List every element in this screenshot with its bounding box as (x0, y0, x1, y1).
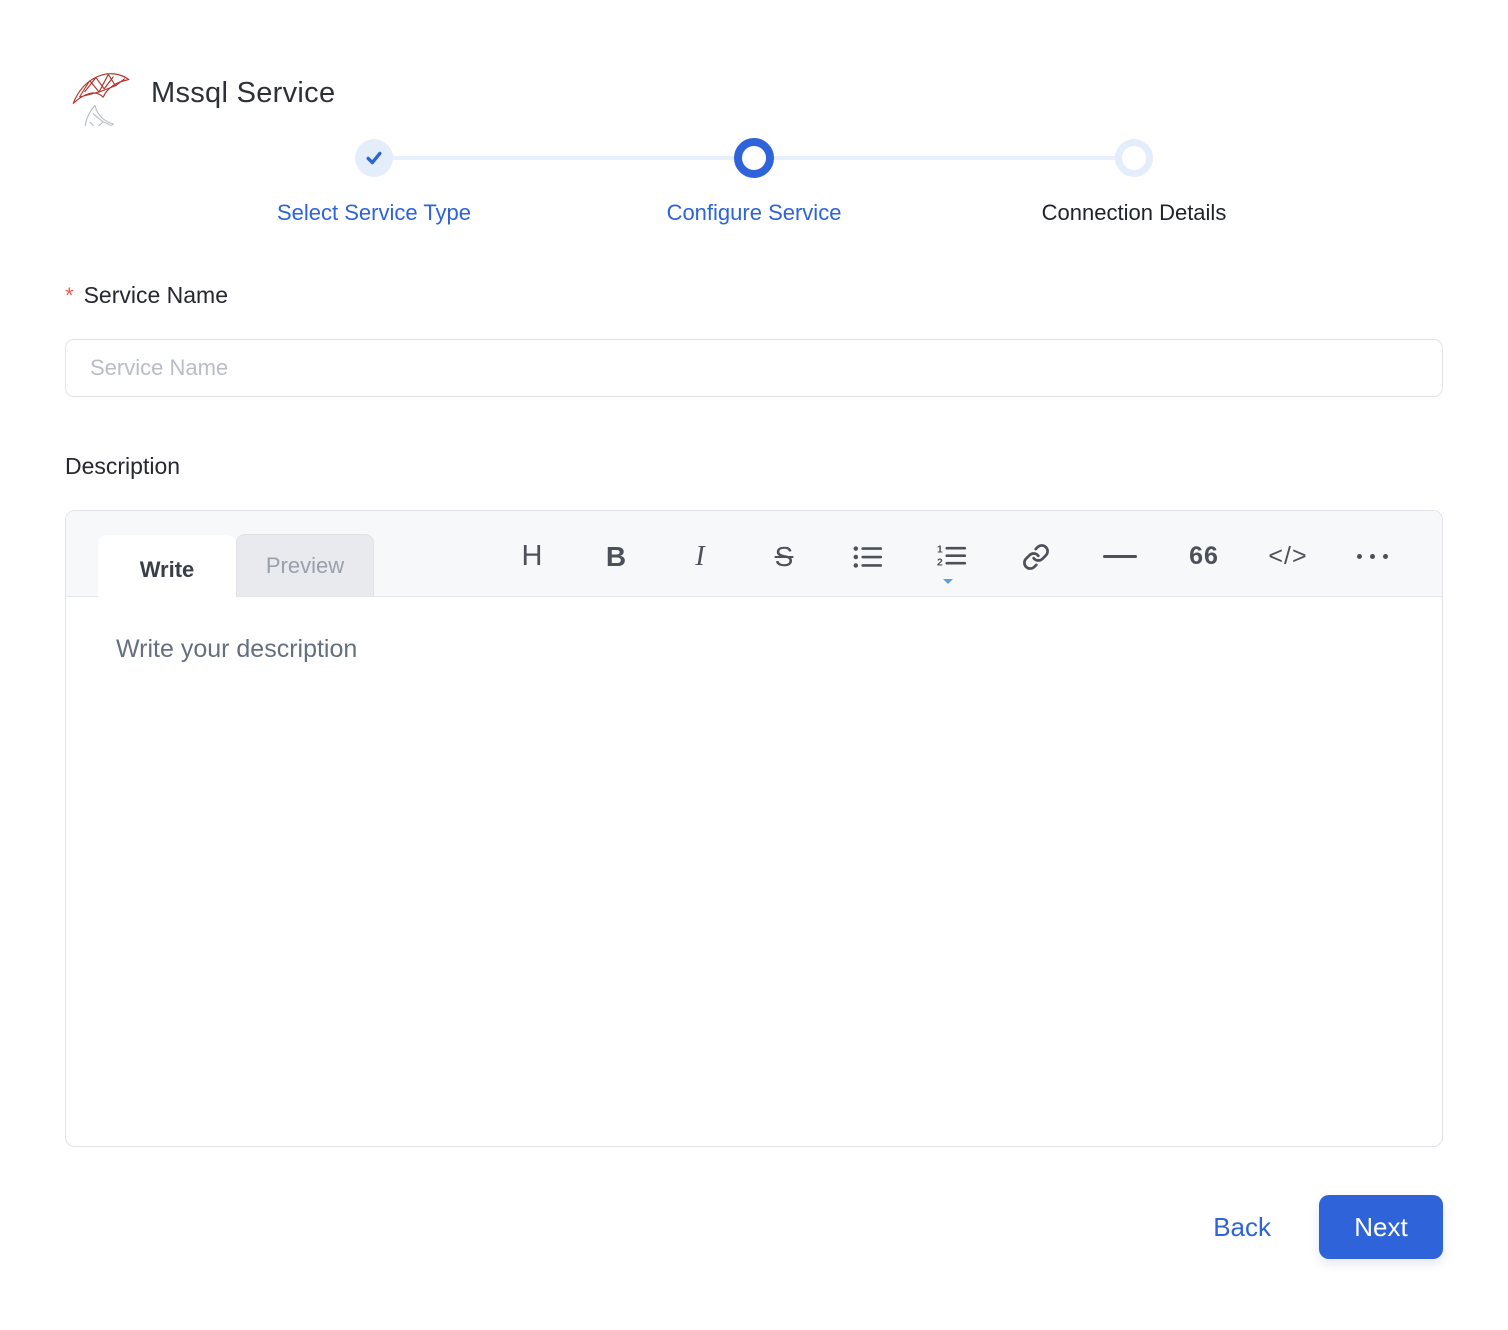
bold-icon[interactable]: B (596, 537, 636, 577)
link-icon[interactable] (1016, 537, 1056, 577)
service-name-label: * Service Name (65, 282, 228, 308)
step-label: Select Service Type (276, 200, 472, 225)
description-label: Description (65, 453, 181, 479)
more-options-icon[interactable] (1352, 537, 1392, 577)
unordered-list-icon[interactable] (848, 537, 888, 577)
service-name-input[interactable] (65, 339, 1443, 397)
italic-icon[interactable]: I (680, 537, 720, 577)
ordered-list-icon[interactable]: 1 2 (932, 537, 972, 584)
step-select-service-type[interactable]: Select Service Type (184, 138, 564, 226)
horizontal-rule-icon[interactable] (1100, 537, 1140, 577)
step-pending-circle[interactable] (1115, 139, 1153, 177)
formatting-toolbar: H B I S 1 2 66 </> (512, 537, 1392, 584)
wizard-stepper: Select Service Type Configure Service Co… (184, 138, 1324, 226)
tab-write[interactable]: Write (98, 535, 236, 605)
back-button[interactable]: Back (1213, 1212, 1271, 1243)
quote-icon[interactable]: 66 (1184, 537, 1224, 577)
svg-text:1: 1 (937, 544, 943, 555)
step-configure-service[interactable]: Configure Service (564, 138, 944, 226)
wizard-header: Mssql Service (65, 60, 1443, 159)
required-asterisk: * (65, 283, 74, 308)
tab-preview[interactable]: Preview (236, 534, 374, 596)
step-completed-circle[interactable] (355, 139, 393, 177)
next-button[interactable]: Next (1319, 1195, 1443, 1259)
editor-toolbar-strip: Write Preview H B I S 1 2 66 </> (66, 511, 1442, 605)
svg-text:2: 2 (937, 557, 943, 568)
editor-write-area (66, 597, 1442, 1146)
mssql-service-wizard: Mssql Service Select Service Type Config… (0, 0, 1508, 1259)
wizard-footer: Back Next (65, 1195, 1443, 1259)
code-icon[interactable]: </> (1268, 537, 1308, 577)
description-textarea[interactable] (66, 597, 1442, 1146)
checkmark-icon (366, 151, 382, 165)
step-label: Configure Service (666, 200, 842, 225)
ordered-list-caret (943, 578, 953, 584)
step-active-circle[interactable] (734, 138, 774, 178)
step-label: Connection Details (1041, 200, 1227, 225)
description-editor: Write Preview H B I S 1 2 66 </> Write y… (65, 510, 1443, 1147)
page-title: Mssql Service (151, 76, 336, 109)
mssql-logo-icon (65, 60, 131, 159)
step-connection-details[interactable]: Connection Details (944, 138, 1324, 226)
heading-icon[interactable]: H (512, 537, 552, 577)
strikethrough-icon[interactable]: S (764, 537, 804, 577)
